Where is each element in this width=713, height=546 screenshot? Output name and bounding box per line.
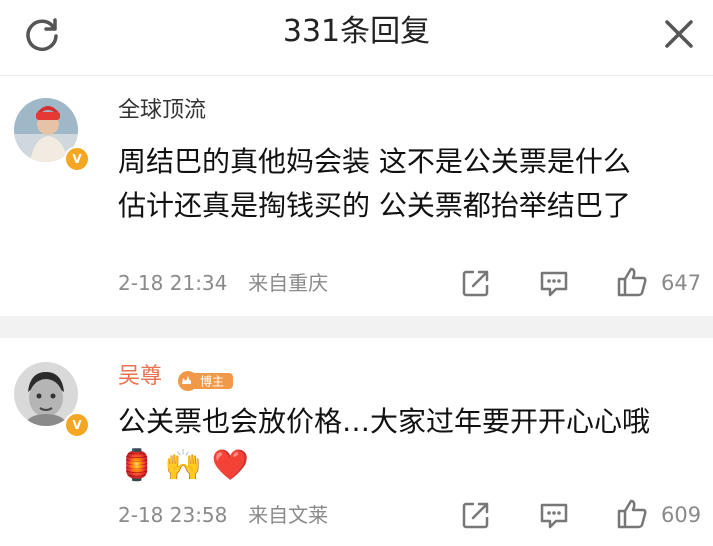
comment-text: 周结巴的真他妈会装 这不是公关票是什么 估计还真是掏钱买的 公关票都抬举结巴了: [118, 145, 631, 222]
timestamp: 2-18 23:58: [118, 503, 228, 527]
close-icon[interactable]: [659, 14, 699, 54]
raised-hands-emoji: 🙌: [164, 448, 203, 483]
comment-item: V 吴尊 博主 公关票也会放价格…大家过年要开开心心哦 🏮 🙌 ❤️ 2-18 …: [0, 338, 713, 546]
timestamp: 2-18 21:34: [118, 271, 228, 295]
page-title: 331条回复: [282, 14, 431, 49]
username[interactable]: 吴尊 博主: [118, 362, 235, 392]
comment-icon[interactable]: [538, 267, 570, 299]
like-count: 609: [661, 503, 702, 527]
username[interactable]: 全球顶流: [118, 96, 206, 126]
verified-badge-icon: V: [64, 146, 90, 172]
svg-text:博主: 博主: [200, 374, 224, 389]
blogger-badge: 博主: [177, 366, 235, 391]
comment-icon[interactable]: [538, 499, 570, 531]
header-bar: 331条回复: [0, 0, 713, 76]
like-icon[interactable]: [615, 497, 649, 531]
heart-emoji: ❤️: [211, 448, 250, 483]
verified-badge-icon: V: [64, 412, 90, 438]
like-count: 647: [661, 271, 702, 295]
location: 来自重庆: [248, 271, 329, 295]
share-icon[interactable]: [460, 499, 492, 531]
share-icon[interactable]: [460, 267, 492, 299]
emoji-row: 🏮 🙌 ❤️: [118, 446, 698, 486]
comment-meta: 2-18 23:58 来自文莱: [118, 501, 328, 529]
location: 来自文莱: [248, 503, 329, 527]
section-divider: [0, 316, 713, 338]
comment-item: V 全球顶流 周结巴的真他妈会装 这不是公关票是什么 估计还真是掏钱买的 公关票…: [0, 76, 713, 316]
lantern-emoji: 🏮: [118, 448, 156, 483]
like-icon[interactable]: [615, 265, 649, 299]
comment-meta: 2-18 21:34 来自重庆: [118, 269, 328, 297]
comment-text: 公关票也会放价格…大家过年要开开心心哦 🏮 🙌 ❤️: [118, 400, 698, 486]
